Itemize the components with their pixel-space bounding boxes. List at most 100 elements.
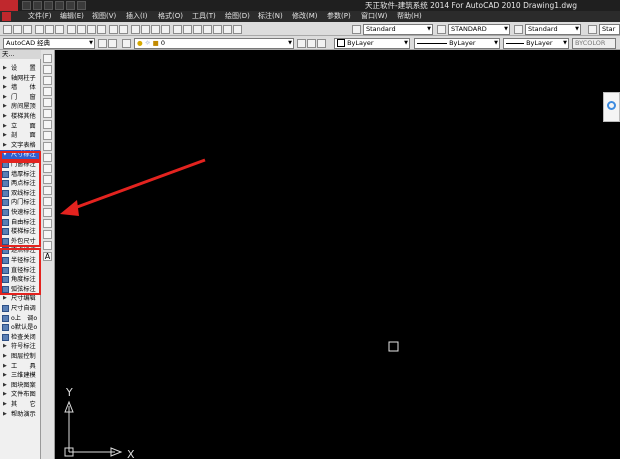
layer-previous-icon[interactable]	[307, 39, 316, 48]
make-current-layer-icon[interactable]	[297, 39, 306, 48]
navigation-tab[interactable]	[603, 92, 620, 122]
tool-palettes-icon[interactable]	[193, 25, 202, 34]
point-icon[interactable]	[43, 197, 52, 206]
workspace-save-icon[interactable]	[108, 39, 117, 48]
screen-menu-item[interactable]: ▶ 其 它	[0, 400, 40, 409]
multileader-style-select[interactable]: Star	[599, 24, 620, 35]
screen-menu-item[interactable]: ▶ 帮助演示	[0, 410, 40, 419]
polygon-icon[interactable]	[43, 87, 52, 96]
dim-style-icon[interactable]	[437, 25, 446, 34]
markup-icon[interactable]	[213, 25, 222, 34]
layer-select[interactable]: ● ☼ ■ 0 ▼	[134, 38, 294, 49]
lineweight-select[interactable]: ByLayer ▼	[503, 38, 569, 49]
menu-insert[interactable]: 插入(I)	[126, 11, 148, 22]
dim-style-select[interactable]: STANDARD ▼	[448, 24, 510, 35]
menu-view[interactable]: 视图(V)	[92, 11, 116, 22]
new-file-icon[interactable]	[22, 1, 31, 10]
undo-icon[interactable]	[55, 1, 64, 10]
line-icon[interactable]	[43, 54, 52, 63]
table-style-icon[interactable]	[514, 25, 523, 34]
save-icon[interactable]	[44, 1, 53, 10]
screen-menu-item[interactable]: ▶ 图层控制	[0, 352, 40, 361]
preview-icon[interactable]	[45, 25, 54, 34]
screen-menu-item[interactable]: 尺寸自调	[0, 304, 40, 313]
paste-icon[interactable]	[87, 25, 96, 34]
screen-menu-item[interactable]: o上 调o	[0, 314, 40, 323]
region-icon[interactable]	[43, 230, 52, 239]
make-block-icon[interactable]	[43, 186, 52, 195]
menu-parametric[interactable]: 参数(P)	[327, 11, 351, 22]
menu-tools[interactable]: 工具(T)	[192, 11, 216, 22]
properties-icon[interactable]	[173, 25, 182, 34]
screen-menu-item[interactable]: ▶ 剖 面	[0, 131, 40, 140]
print-icon[interactable]	[35, 25, 44, 34]
color-select[interactable]: ByLayer ▼	[334, 38, 410, 49]
screen-menu-item[interactable]: ▶ 轴网柱子	[0, 74, 40, 83]
undo-icon[interactable]	[109, 25, 118, 34]
autocad-logo-icon[interactable]	[0, 0, 18, 11]
zoom-realtime-icon[interactable]	[141, 25, 150, 34]
app-menu-icon[interactable]	[2, 12, 11, 21]
screen-menu-item[interactable]: 检查关闭	[0, 333, 40, 342]
screen-menu-item[interactable]: ▶ 文字表格	[0, 141, 40, 150]
layer-states-icon[interactable]	[317, 39, 326, 48]
ellipse-arc-icon[interactable]	[43, 164, 52, 173]
linetype-select[interactable]: ByLayer ▼	[414, 38, 500, 49]
plot-icon[interactable]	[77, 1, 86, 10]
menu-window[interactable]: 窗口(W)	[361, 11, 387, 22]
plotstyle-select[interactable]: BYCOLOR	[572, 38, 616, 49]
quickcalc-icon[interactable]	[223, 25, 232, 34]
screen-menu-item[interactable]: ▶ 立 面	[0, 122, 40, 131]
table-style-select[interactable]: Standard ▼	[525, 24, 581, 35]
menu-file[interactable]: 文件(F)	[28, 11, 52, 22]
screen-menu-item[interactable]: ▶ 设 置	[0, 64, 40, 73]
screen-menu-item[interactable]: ▶ 文件布图	[0, 390, 40, 399]
text-style-select[interactable]: Standard ▼	[363, 24, 433, 35]
menu-edit[interactable]: 编辑(E)	[60, 11, 84, 22]
redo-icon[interactable]	[66, 1, 75, 10]
screen-menu-item[interactable]: ▶ 符号标注	[0, 342, 40, 351]
screen-menu-item[interactable]: ▶ 尺寸编辑	[0, 294, 40, 303]
insert-block-icon[interactable]	[43, 175, 52, 184]
copy-icon[interactable]	[77, 25, 86, 34]
table-icon[interactable]	[43, 241, 52, 250]
screen-menu-item[interactable]: ▶ 门 窗	[0, 93, 40, 102]
open-icon[interactable]	[13, 25, 22, 34]
construction-line-icon[interactable]	[43, 65, 52, 74]
rectangle-icon[interactable]	[43, 98, 52, 107]
spline-icon[interactable]	[43, 142, 52, 151]
cut-icon[interactable]	[67, 25, 76, 34]
design-center-icon[interactable]	[183, 25, 192, 34]
sheet-set-icon[interactable]	[203, 25, 212, 34]
screen-menu-item[interactable]: ▶ 工 具	[0, 362, 40, 371]
ellipse-icon[interactable]	[43, 153, 52, 162]
arc-icon[interactable]	[43, 109, 52, 118]
screen-menu-item[interactable]: ▶ 图块图案	[0, 381, 40, 390]
open-file-icon[interactable]	[33, 1, 42, 10]
hatch-icon[interactable]	[43, 208, 52, 217]
new-icon[interactable]	[3, 25, 12, 34]
zoom-previous-icon[interactable]	[161, 25, 170, 34]
circle-icon[interactable]	[43, 120, 52, 129]
menu-draw[interactable]: 绘图(D)	[225, 11, 250, 22]
match-properties-icon[interactable]	[97, 25, 106, 34]
multileader-style-icon[interactable]	[588, 25, 597, 34]
publish-icon[interactable]	[55, 25, 64, 34]
revcloud-icon[interactable]	[43, 131, 52, 140]
screen-menu-item[interactable]: ▶ 房间屋顶	[0, 102, 40, 111]
save-icon[interactable]	[23, 25, 32, 34]
drawing-canvas[interactable]: Y X	[55, 50, 620, 459]
menu-help[interactable]: 帮助(H)	[397, 11, 422, 22]
workspace-select[interactable]: AutoCAD 经典 ▼	[3, 38, 95, 49]
menu-format[interactable]: 格式(O)	[158, 11, 183, 22]
help-icon[interactable]	[233, 25, 242, 34]
menu-modify[interactable]: 修改(M)	[292, 11, 318, 22]
screen-menu-item[interactable]: ▶ 楼梯其他	[0, 112, 40, 121]
menu-dimension[interactable]: 标注(N)	[258, 11, 283, 22]
redo-icon[interactable]	[119, 25, 128, 34]
multiline-text-icon[interactable]: A	[43, 252, 52, 261]
screen-menu-item[interactable]: ▶ 三维建模	[0, 371, 40, 380]
zoom-window-icon[interactable]	[151, 25, 160, 34]
gradient-icon[interactable]	[43, 219, 52, 228]
layer-properties-icon[interactable]	[122, 39, 131, 48]
